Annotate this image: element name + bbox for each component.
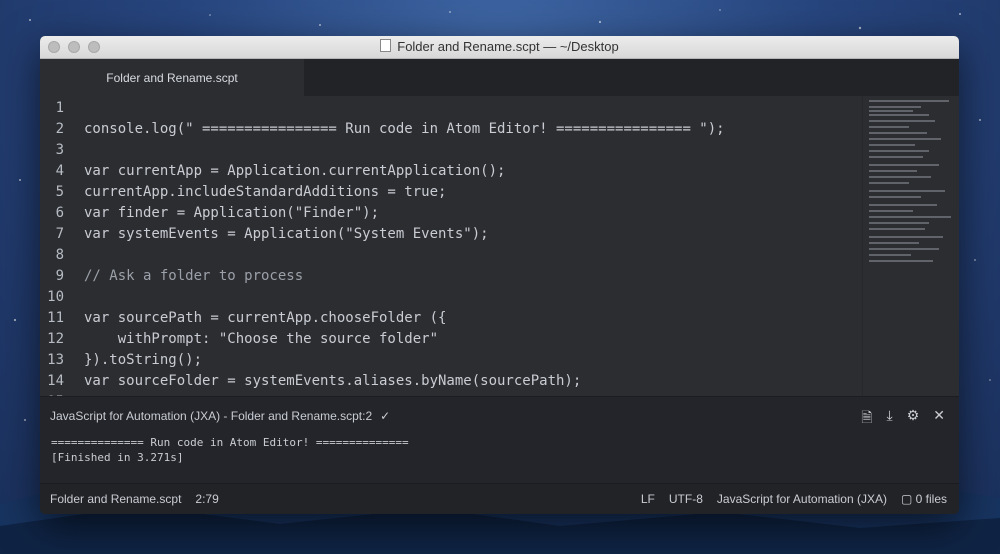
close-icon[interactable]: ✕ — [933, 407, 945, 431]
code-line[interactable]: var finder = Application("Finder"); — [84, 203, 849, 224]
status-line-ending[interactable]: LF — [641, 492, 655, 506]
code-line[interactable]: withPrompt: "Choose the source folder" — [84, 329, 849, 350]
code-line-comment[interactable]: // Ask a folder to process — [84, 266, 849, 287]
code-line[interactable]: }).toString(); — [84, 350, 849, 371]
line-number: 11 — [47, 310, 64, 326]
line-number-gutter: 1 2 3 4 5 6 7 8 9 10 11 12 13 14 15 — [40, 96, 80, 396]
code-line[interactable] — [84, 287, 849, 308]
line-number: 10 — [47, 289, 64, 305]
line-number: 7 — [55, 226, 64, 242]
line-number: 9 — [55, 268, 64, 284]
document-icon[interactable]: 🗎 — [861, 407, 872, 431]
status-right: LF UTF-8 JavaScript for Automation (JXA)… — [641, 492, 959, 506]
download-icon[interactable]: ⤓ — [887, 407, 893, 431]
output-panel-header: JavaScript for Automation (JXA) - Folder… — [40, 397, 959, 435]
line-number: 2 — [55, 121, 64, 137]
line-number: 1 — [55, 100, 64, 116]
window-title-text: Folder and Rename.scpt — ~/Desktop — [397, 39, 619, 54]
line-number: 13 — [47, 352, 64, 368]
file-icon: ▢ — [900, 492, 916, 506]
check-icon: ✓ — [380, 409, 391, 423]
status-cursor[interactable]: 2:79 — [195, 492, 218, 506]
line-number: 8 — [55, 247, 64, 263]
tab-label: Folder and Rename.scpt — [106, 70, 238, 85]
line-number: 5 — [55, 184, 64, 200]
title-bar: Folder and Rename.scpt — ~/Desktop — [40, 36, 959, 59]
minimap[interactable] — [862, 96, 959, 396]
settings-icon[interactable]: ⚙ — [907, 407, 920, 431]
code-line[interactable]: var currentApp = Application.currentAppl… — [84, 161, 849, 182]
status-encoding[interactable]: UTF-8 — [669, 492, 703, 506]
output-line: [Finished in 3.271s] — [51, 451, 184, 464]
window-title: Folder and Rename.scpt — ~/Desktop — [40, 39, 959, 54]
code-line[interactable]: var sourceFolder = systemEvents.aliases.… — [84, 371, 849, 392]
code-line[interactable] — [84, 140, 849, 161]
code-line[interactable]: console.log(" ================ Run code … — [84, 119, 849, 140]
code-line[interactable] — [84, 98, 849, 119]
code-line[interactable]: var sourcePath = currentApp.chooseFolder… — [84, 308, 849, 329]
output-panel-actions: 🗎 ⤓ ⚙ ✕ — [861, 407, 945, 431]
status-left: Folder and Rename.scpt 2:79 — [40, 492, 219, 506]
status-file[interactable]: Folder and Rename.scpt — [50, 492, 181, 506]
status-bar: Folder and Rename.scpt 2:79 LF UTF-8 Jav… — [40, 483, 959, 514]
status-files-count: 0 files — [915, 492, 947, 506]
tab-bar: Folder and Rename.scpt — [40, 59, 959, 96]
line-number: 4 — [55, 163, 64, 179]
code-lines[interactable]: console.log(" ================ Run code … — [84, 96, 849, 396]
code-line[interactable]: var systemEvents = Application("System E… — [84, 224, 849, 245]
output-log: ============== Run code in Atom Editor! … — [40, 435, 959, 465]
line-number: 14 — [47, 373, 64, 389]
code-line[interactable] — [84, 245, 849, 266]
output-panel: JavaScript for Automation (JXA) - Folder… — [40, 396, 959, 485]
code-line[interactable]: currentApp.includeStandardAdditions = tr… — [84, 182, 849, 203]
output-line: ============== Run code in Atom Editor! … — [51, 436, 409, 449]
output-panel-title: JavaScript for Automation (JXA) - Folder… — [50, 409, 373, 423]
status-grammar[interactable]: JavaScript for Automation (JXA) — [717, 492, 887, 506]
line-number: 6 — [55, 205, 64, 221]
editor-window: Folder and Rename.scpt — ~/Desktop Folde… — [40, 36, 959, 514]
line-number: 12 — [47, 331, 64, 347]
document-icon — [380, 39, 392, 52]
code-editor[interactable]: 1 2 3 4 5 6 7 8 9 10 11 12 13 14 15 cons… — [40, 96, 959, 396]
status-files[interactable]: ▢ 0 files — [901, 492, 947, 506]
line-number: 3 — [55, 142, 64, 158]
tab-folder-and-rename[interactable]: Folder and Rename.scpt — [40, 59, 304, 96]
